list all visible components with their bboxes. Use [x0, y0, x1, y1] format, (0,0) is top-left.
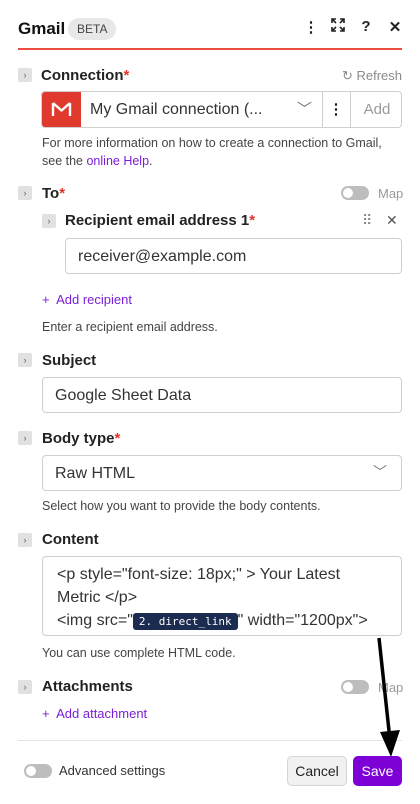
chevron-down-icon: ﹀	[297, 101, 313, 118]
connection-label: Connection*	[41, 67, 130, 84]
connection-menu-icon[interactable]: ⋮	[324, 100, 348, 118]
help-icon[interactable]: ?	[356, 18, 376, 35]
annotation-arrow-icon	[377, 637, 400, 757]
recipient-expand-icon[interactable]: ›	[42, 214, 56, 228]
plus-icon: +	[42, 706, 50, 721]
to-help: Enter a recipient email address.	[42, 320, 218, 334]
chevron-down-icon: ﹀	[373, 464, 387, 480]
add-attachment-button[interactable]: + Add attachment	[42, 706, 147, 721]
panel-header: Gmail BETA ⋮ ? ✕	[0, 0, 420, 50]
recipient-label: Recipient email address 1*	[65, 212, 256, 229]
refresh-icon: ↻	[341, 68, 353, 83]
to-map-toggle[interactable]	[341, 186, 369, 200]
more-options-icon[interactable]: ⋮	[301, 18, 321, 36]
beta-badge: BETA	[68, 18, 117, 40]
attachments-expand-icon[interactable]: ›	[18, 680, 32, 694]
refresh-button[interactable]: ↻ Refresh	[342, 68, 402, 84]
cancel-button[interactable]: Cancel	[287, 756, 347, 786]
connection-expand-icon[interactable]: ›	[18, 68, 32, 82]
content-editor[interactable]: <p style="font-size: 18px;" > Your Lates…	[42, 556, 402, 636]
body-type-help: Select how you want to provide the body …	[42, 499, 321, 513]
connection-select[interactable]: My Gmail connection (... ﹀ ⋮ Add	[41, 91, 402, 128]
add-connection-button[interactable]: Add	[351, 101, 401, 118]
attachments-label: Attachments	[42, 678, 133, 695]
save-button[interactable]: Save	[353, 756, 402, 786]
body-type-select[interactable]: Raw HTML ﹀	[42, 455, 402, 491]
content-expand-icon[interactable]: ›	[18, 533, 32, 547]
recipient-email-input[interactable]: receiver@example.com	[65, 238, 402, 274]
remove-recipient-icon[interactable]: ✕	[386, 212, 398, 229]
content-line-2: Metric </p>	[57, 589, 138, 606]
online-help-link[interactable]: online Help	[86, 154, 149, 168]
subject-input[interactable]: Google Sheet Data	[42, 377, 402, 413]
close-icon[interactable]: ✕	[385, 18, 405, 36]
content-help: You can use complete HTML code.	[42, 646, 236, 660]
expand-icon[interactable]	[328, 18, 348, 36]
header-divider	[18, 48, 402, 50]
gmail-logo-icon	[42, 92, 81, 127]
to-expand-icon[interactable]: ›	[18, 186, 32, 200]
to-map-label: Map	[378, 186, 404, 201]
connection-help: For more information on how to create a …	[42, 136, 382, 168]
add-recipient-button[interactable]: + Add recipient	[42, 292, 132, 307]
body-type-label: Body type*	[42, 430, 121, 447]
to-label: To*	[42, 185, 66, 202]
plus-icon: +	[42, 292, 50, 307]
direct-link-pill[interactable]: 2. direct_link	[132, 613, 238, 630]
content-label: Content	[42, 531, 99, 548]
subject-expand-icon[interactable]: ›	[18, 353, 32, 367]
body-type-expand-icon[interactable]: ›	[18, 431, 32, 445]
divider	[322, 92, 323, 127]
drag-handle-icon[interactable]: ⠿	[362, 212, 372, 229]
advanced-settings-toggle[interactable]	[24, 764, 52, 778]
attachments-map-toggle[interactable]	[341, 680, 369, 694]
app-title: Gmail	[18, 19, 66, 38]
content-line-1: <p style="font-size: 18px;" > Your Lates…	[57, 566, 341, 583]
advanced-settings-label: Advanced settings	[59, 763, 166, 778]
connection-value: My Gmail connection (...	[90, 101, 263, 118]
footer-divider	[18, 740, 402, 741]
subject-label: Subject	[42, 352, 97, 369]
content-line-3: <img src=" 2. direct_link " width="1200px"…	[57, 612, 368, 630]
